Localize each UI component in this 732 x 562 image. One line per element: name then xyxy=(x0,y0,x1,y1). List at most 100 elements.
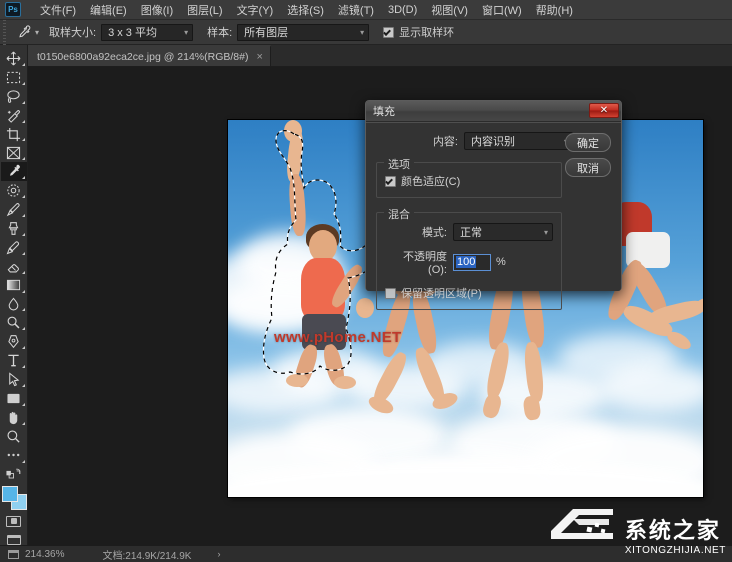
watermark-logo-icon xyxy=(543,501,619,556)
blur-tool[interactable] xyxy=(1,295,27,314)
menu-layer[interactable]: 图层(L) xyxy=(180,0,229,20)
type-tool[interactable] xyxy=(1,351,27,370)
menu-filter[interactable]: 滤镜(T) xyxy=(331,0,381,20)
contents-label: 内容: xyxy=(432,136,458,148)
default-colors-icon[interactable] xyxy=(1,465,27,484)
photoshop-logo-icon: Ps xyxy=(5,2,21,17)
tool-preset-caret-icon[interactable]: ▾ xyxy=(34,28,39,37)
spot-healing-brush-tool[interactable] xyxy=(1,181,27,200)
quick-selection-tool[interactable] xyxy=(1,106,27,125)
move-tool[interactable] xyxy=(1,49,27,68)
dialog-title: 填充 xyxy=(373,106,395,118)
dialog-title-bar[interactable]: 填充 ✕ xyxy=(366,101,621,122)
tool-more-corner-icon xyxy=(21,214,25,218)
tool-more-corner-icon xyxy=(21,289,25,293)
watermark-xitongzhijia: 系统之家 XITONGZHIJIA.NET xyxy=(543,501,726,556)
foreground-color-swatch[interactable] xyxy=(1,486,18,503)
show-sampling-ring-label: 显示取样环 xyxy=(399,27,455,39)
rectangular-marquee-tool[interactable] xyxy=(1,68,27,87)
quick-mask-icon[interactable] xyxy=(6,515,21,527)
dodge-tool[interactable] xyxy=(1,313,27,332)
preserve-transparency-checkbox[interactable]: 保留透明区域(P) xyxy=(385,285,553,301)
sample-size-value: 3 x 3 平均 xyxy=(108,27,157,39)
sample-size-select[interactable]: 3 x 3 平均 ▾ xyxy=(101,23,194,41)
eyedropper-tool[interactable] xyxy=(0,162,27,182)
zoom-tool[interactable] xyxy=(1,427,27,446)
menu-help[interactable]: 帮助(H) xyxy=(529,0,580,20)
tools-panel xyxy=(0,45,28,546)
color-swatches[interactable] xyxy=(1,486,27,510)
options-fieldset: 选项 颜色适应(C) xyxy=(376,156,562,198)
menu-bar: Ps 文件(F) 编辑(E) 图像(I) 图层(L) 文字(Y) 选择(S) 滤… xyxy=(0,0,732,20)
contents-select[interactable]: 内容识别 ▾ xyxy=(464,132,573,150)
screen-mode-status-icon[interactable] xyxy=(8,549,19,559)
tool-more-corner-icon xyxy=(21,459,25,463)
tool-more-corner-icon xyxy=(21,270,25,274)
tool-more-corner-icon xyxy=(21,119,25,123)
menu-select[interactable]: 选择(S) xyxy=(280,0,331,20)
screen-mode-icon[interactable] xyxy=(6,534,21,546)
ok-button[interactable]: 确定 xyxy=(565,133,611,152)
mode-select[interactable]: 正常 ▾ xyxy=(453,223,553,241)
eyedropper-icon[interactable] xyxy=(12,22,34,42)
edit-toolbar-tool[interactable] xyxy=(1,446,27,465)
sample-select[interactable]: 所有图层 ▾ xyxy=(237,23,370,41)
zoom-level[interactable]: 214.36% xyxy=(25,549,64,560)
path-selection-tool[interactable] xyxy=(1,370,27,389)
menu-edit[interactable]: 编辑(E) xyxy=(83,0,134,20)
menu-type[interactable]: 文字(Y) xyxy=(230,0,281,20)
eraser-tool[interactable] xyxy=(1,257,27,276)
tool-more-corner-icon xyxy=(21,62,25,66)
crop-tool[interactable] xyxy=(1,125,27,144)
clone-stamp-tool[interactable] xyxy=(1,219,27,238)
blending-legend: 混合 xyxy=(384,206,414,222)
document-tab[interactable]: t0150e6800a92eca2ce.jpg @ 214%(RGB/8#) × xyxy=(28,45,271,66)
tool-more-corner-icon xyxy=(21,327,25,331)
options-legend: 选项 xyxy=(384,156,414,172)
menu-3d[interactable]: 3D(D) xyxy=(381,2,424,18)
tool-options-bar: ▾ 取样大小: 3 x 3 平均 ▾ 样本: 所有图层 ▾ 显示取样环 xyxy=(0,19,732,45)
color-adaptation-checkbox[interactable]: 颜色适应(C) xyxy=(385,173,553,189)
tool-more-corner-icon xyxy=(21,100,25,104)
opacity-unit: % xyxy=(496,256,506,268)
options-bar-grip[interactable] xyxy=(0,19,9,45)
lasso-tool[interactable] xyxy=(1,87,27,106)
tool-more-corner-icon xyxy=(21,384,25,388)
checkbox-box xyxy=(385,175,396,187)
blending-fieldset: 混合 模式: 正常 ▾ 不透明度(O): 100 % 保留透明区域(P) xyxy=(376,206,562,310)
fill-dialog[interactable]: 填充 ✕ 内容: 内容识别 ▾ 确定 取消 选项 颜色适应(C) 混合 模式: xyxy=(365,100,622,310)
opacity-row: 不透明度(O): 100 % xyxy=(385,248,553,276)
close-icon[interactable]: ✕ xyxy=(589,103,619,118)
pen-tool[interactable] xyxy=(1,332,27,351)
frame-tool[interactable] xyxy=(1,143,27,162)
menu-file[interactable]: 文件(F) xyxy=(33,0,83,20)
opacity-input[interactable]: 100 xyxy=(453,253,491,271)
tool-more-corner-icon xyxy=(21,232,25,236)
document-tab-title: t0150e6800a92eca2ce.jpg @ 214%(RGB/8#) xyxy=(37,50,249,63)
cancel-button[interactable]: 取消 xyxy=(565,158,611,177)
menu-image[interactable]: 图像(I) xyxy=(134,0,180,20)
tool-more-corner-icon xyxy=(21,138,25,142)
dialog-body: 内容: 内容识别 ▾ 确定 取消 选项 颜色适应(C) 混合 模式: 正常 ▾ xyxy=(366,122,621,310)
document-tab-strip: t0150e6800a92eca2ce.jpg @ 214%(RGB/8#) × xyxy=(28,45,732,67)
mode-value: 正常 xyxy=(460,227,482,239)
gradient-tool[interactable] xyxy=(1,276,27,295)
show-sampling-ring-checkbox[interactable]: 显示取样环 xyxy=(383,24,454,40)
document-size: 文档:214.9K/214.9K xyxy=(102,550,192,562)
menu-window[interactable]: 窗口(W) xyxy=(475,0,529,20)
history-brush-tool[interactable] xyxy=(1,238,27,257)
brush-tool[interactable] xyxy=(1,200,27,219)
close-icon[interactable]: × xyxy=(256,51,262,63)
hand-tool[interactable] xyxy=(1,408,27,427)
chevron-down-icon: ▾ xyxy=(360,27,365,37)
tool-more-corner-icon xyxy=(21,421,25,425)
checkbox-box xyxy=(385,287,396,299)
status-menu-arrow-icon[interactable]: › xyxy=(217,549,220,559)
chevron-down-icon: ▾ xyxy=(543,227,548,237)
tool-more-corner-icon xyxy=(21,402,25,406)
rectangle-tool[interactable] xyxy=(1,389,27,408)
tool-more-corner-icon xyxy=(21,176,25,180)
watermark-phome: www.pHome.NET xyxy=(274,329,402,346)
menu-view[interactable]: 视图(V) xyxy=(424,0,475,20)
opacity-value: 100 xyxy=(456,256,477,268)
